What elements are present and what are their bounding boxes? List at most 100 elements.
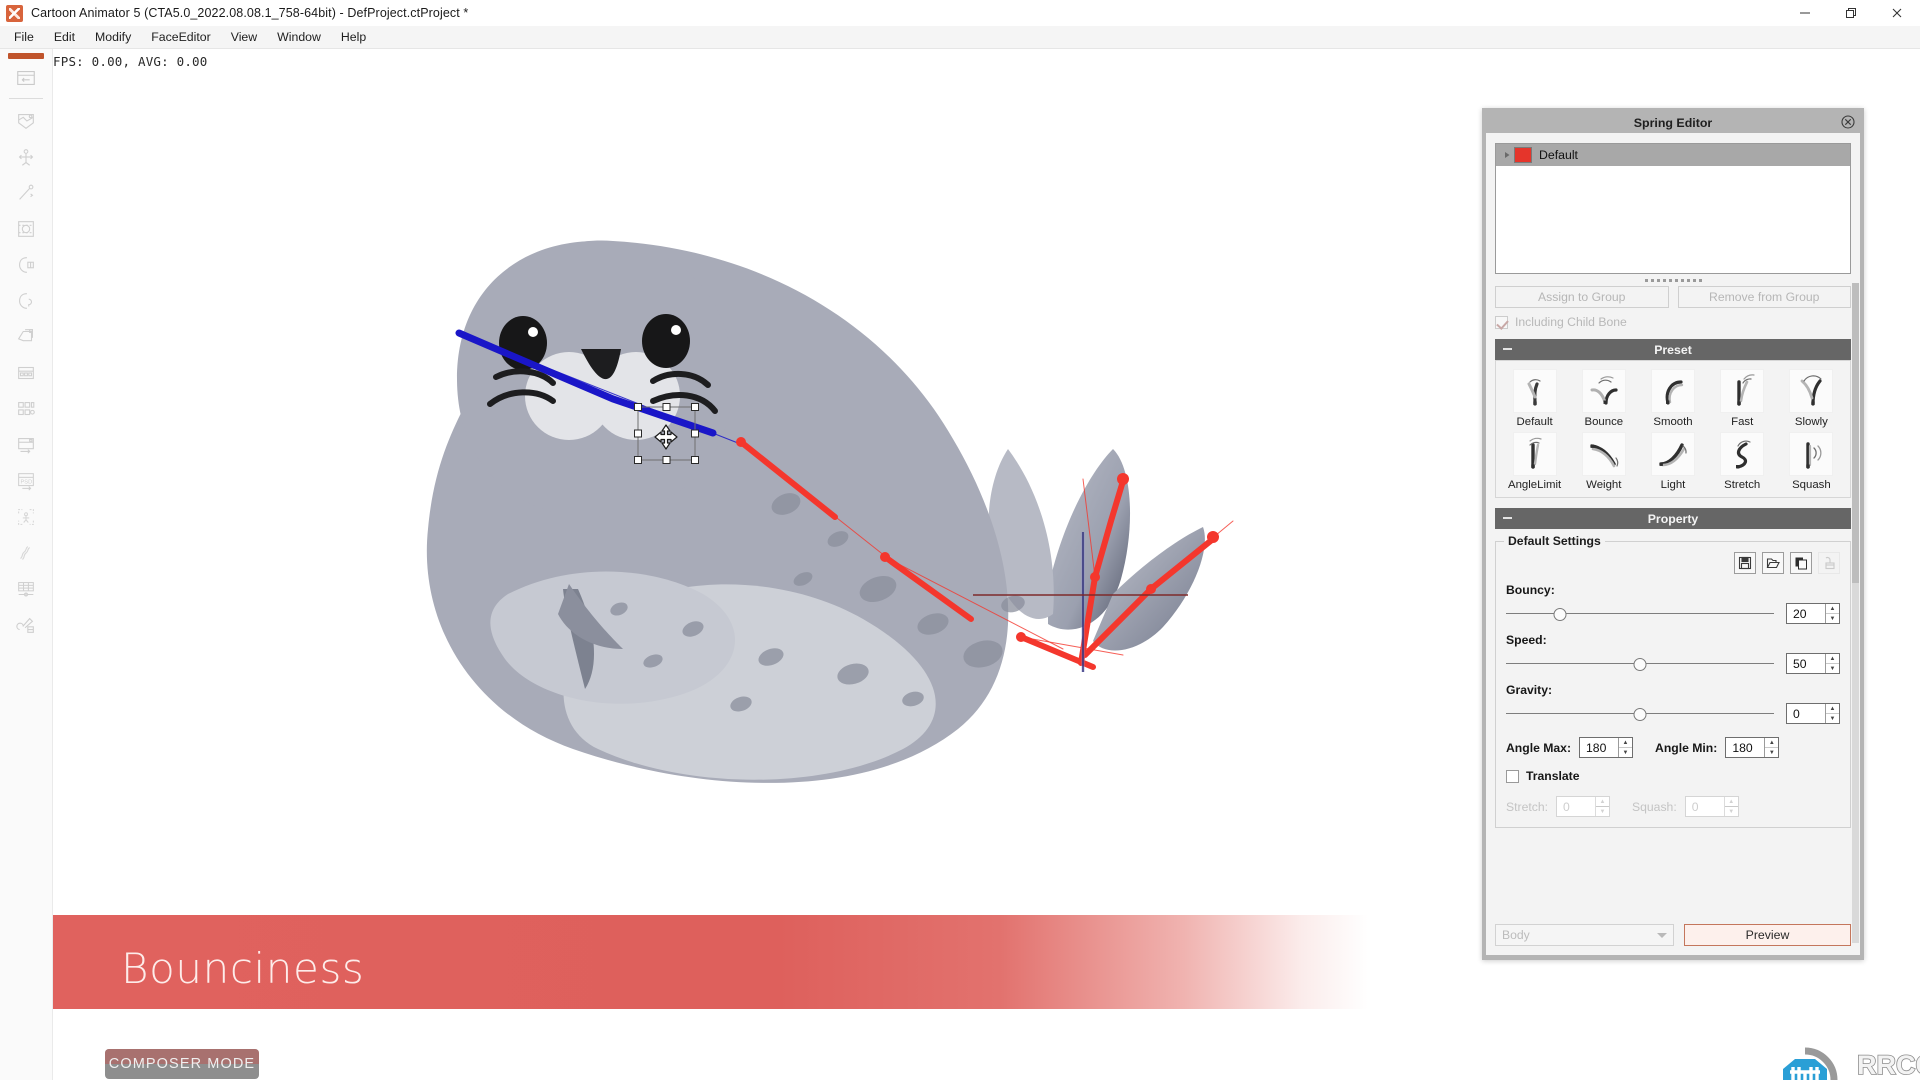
preset-weight-icon[interactable]	[1581, 432, 1626, 476]
preset-weight[interactable]: Weight	[1569, 432, 1638, 491]
spinner-up-icon[interactable]: ▲	[1826, 604, 1839, 614]
preview-button[interactable]: Preview	[1684, 924, 1851, 946]
preset-bounce-icon[interactable]	[1581, 369, 1626, 413]
bouncy-slider-row[interactable]: 20 ▲ ▼	[1506, 603, 1840, 624]
menu-view[interactable]: View	[221, 27, 267, 47]
maximize-button[interactable]	[1828, 0, 1874, 26]
menu-help[interactable]: Help	[331, 27, 376, 47]
chevron-down-icon[interactable]	[1657, 928, 1667, 942]
preset-stretch-icon[interactable]	[1720, 432, 1765, 476]
including-child-bone-row[interactable]: Including Child Bone	[1495, 315, 1851, 329]
spinner-down-icon[interactable]: ▼	[1765, 748, 1778, 757]
menu-file[interactable]: File	[4, 27, 44, 47]
angle-min-spinner-arrows[interactable]: ▲ ▼	[1764, 738, 1779, 757]
tree-row[interactable]: Default	[1496, 144, 1850, 166]
preset-squash[interactable]: Squash	[1777, 432, 1846, 491]
scene-manager-icon[interactable]	[4, 391, 48, 426]
composer-mode-icon[interactable]	[4, 103, 48, 138]
bouncy-slider-track[interactable]	[1506, 605, 1774, 623]
panel-scrollbar-thumb[interactable]	[1852, 283, 1859, 583]
paint-tool-icon[interactable]	[4, 607, 48, 642]
preset-anglelimit[interactable]: AngleLimit	[1500, 432, 1569, 491]
angle-min-spinner[interactable]: 180 ▲ ▼	[1725, 737, 1780, 758]
spinner-up-icon[interactable]: ▲	[1619, 738, 1633, 748]
angle-max-spinner[interactable]: 180 ▲ ▼	[1579, 737, 1634, 758]
face-puppet-icon[interactable]	[4, 247, 48, 282]
preset-smooth[interactable]: Smooth	[1638, 369, 1707, 428]
panel-scrollbar[interactable]	[1852, 283, 1859, 943]
remove-from-group-button[interactable]: Remove from Group	[1677, 286, 1851, 308]
preset-anglelimit-icon[interactable]	[1512, 432, 1557, 476]
gravity-spinner[interactable]: 0 ▲ ▼	[1786, 703, 1840, 724]
property-section-header[interactable]: Property	[1495, 508, 1851, 529]
spinner-down-icon[interactable]: ▼	[1826, 614, 1839, 623]
gravity-slider-row[interactable]: 0 ▲ ▼	[1506, 703, 1840, 724]
render-grid-icon[interactable]	[4, 571, 48, 606]
spinner-up-icon[interactable]: ▲	[1826, 704, 1839, 714]
stage-mode-icon[interactable]	[4, 60, 48, 95]
copy-settings-icon[interactable]	[1790, 552, 1812, 574]
target-combo[interactable]: Body	[1495, 924, 1674, 946]
timeline-icon[interactable]	[4, 427, 48, 462]
menu-window[interactable]: Window	[267, 27, 331, 47]
close-circle-icon[interactable]	[1840, 114, 1856, 130]
preset-light-icon[interactable]	[1650, 432, 1695, 476]
preset-slowly[interactable]: Slowly	[1777, 369, 1846, 428]
angle-max-spinner-arrows[interactable]: ▲ ▼	[1618, 738, 1633, 757]
mesh-deform-icon[interactable]	[4, 211, 48, 246]
including-child-bone-checkbox[interactable]	[1495, 315, 1508, 329]
gravity-spinner-arrows[interactable]: ▲ ▼	[1825, 704, 1839, 723]
preset-squash-icon[interactable]	[1789, 432, 1834, 476]
menu-faceeditor[interactable]: FaceEditor	[141, 27, 220, 47]
menu-edit[interactable]: Edit	[44, 27, 85, 47]
preset-light[interactable]: Light	[1638, 432, 1707, 491]
preset-smooth-icon[interactable]	[1650, 369, 1695, 413]
spinner-down-icon[interactable]: ▼	[1619, 748, 1632, 757]
bone-editor-icon[interactable]	[4, 139, 48, 174]
minus-icon[interactable]	[1503, 517, 1512, 519]
spring-group-tree[interactable]: Default	[1495, 143, 1851, 274]
spinner-down-icon[interactable]: ▼	[1826, 664, 1839, 673]
close-button[interactable]	[1874, 0, 1920, 26]
save-preset-icon[interactable]	[1734, 552, 1756, 574]
minus-icon[interactable]	[1503, 348, 1512, 350]
preset-default-icon[interactable]	[1512, 369, 1557, 413]
speed-spinner[interactable]: 50 ▲ ▼	[1786, 653, 1840, 674]
preset-section-header[interactable]: Preset	[1495, 339, 1851, 360]
speed-spinner-arrows[interactable]: ▲ ▼	[1825, 654, 1839, 673]
bouncy-slider-knob[interactable]	[1553, 607, 1567, 621]
spring-editor-icon[interactable]	[4, 535, 48, 570]
content-manager-icon[interactable]	[4, 355, 48, 390]
speed-slider-row[interactable]: 50 ▲ ▼	[1506, 653, 1840, 674]
group-color-swatch[interactable]	[1514, 147, 1532, 163]
spinner-up-icon[interactable]: ▲	[1826, 654, 1839, 664]
preset-fast-icon[interactable]	[1720, 369, 1765, 413]
sprite-editor-icon[interactable]	[4, 175, 48, 210]
gravity-slider-track[interactable]	[1506, 705, 1774, 723]
spinner-up-icon[interactable]: ▲	[1765, 738, 1779, 748]
preset-slowly-icon[interactable]	[1789, 369, 1834, 413]
spring-editor-panel[interactable]: Spring Editor Default Assign to Group Re…	[1482, 108, 1864, 960]
preset-default[interactable]: Default	[1500, 369, 1569, 428]
speed-slider-track[interactable]	[1506, 655, 1774, 673]
load-preset-icon[interactable]	[1762, 552, 1784, 574]
gravity-slider-knob[interactable]	[1633, 707, 1647, 721]
motion-capture-icon[interactable]	[4, 499, 48, 534]
preset-stretch[interactable]: Stretch	[1708, 432, 1777, 491]
spinner-down-icon[interactable]: ▼	[1826, 714, 1839, 723]
assign-to-group-button[interactable]: Assign to Group	[1495, 286, 1669, 308]
layer-manager-icon[interactable]	[4, 319, 48, 354]
translate-row[interactable]: Translate	[1506, 769, 1840, 783]
spring-editor-title-bar[interactable]: Spring Editor	[1486, 112, 1860, 133]
preset-bounce[interactable]: Bounce	[1569, 369, 1638, 428]
face-key-icon[interactable]	[4, 283, 48, 318]
translate-checkbox[interactable]	[1506, 769, 1519, 783]
chevron-right-icon[interactable]	[1500, 151, 1514, 159]
minimize-button[interactable]	[1782, 0, 1828, 26]
preset-fast[interactable]: Fast	[1708, 369, 1777, 428]
bouncy-spinner[interactable]: 20 ▲ ▼	[1786, 603, 1840, 624]
splitter-handle[interactable]	[1495, 274, 1851, 286]
bouncy-spinner-arrows[interactable]: ▲ ▼	[1825, 604, 1839, 623]
psd-export-icon[interactable]: PSD	[4, 463, 48, 498]
speed-slider-knob[interactable]	[1633, 657, 1647, 671]
